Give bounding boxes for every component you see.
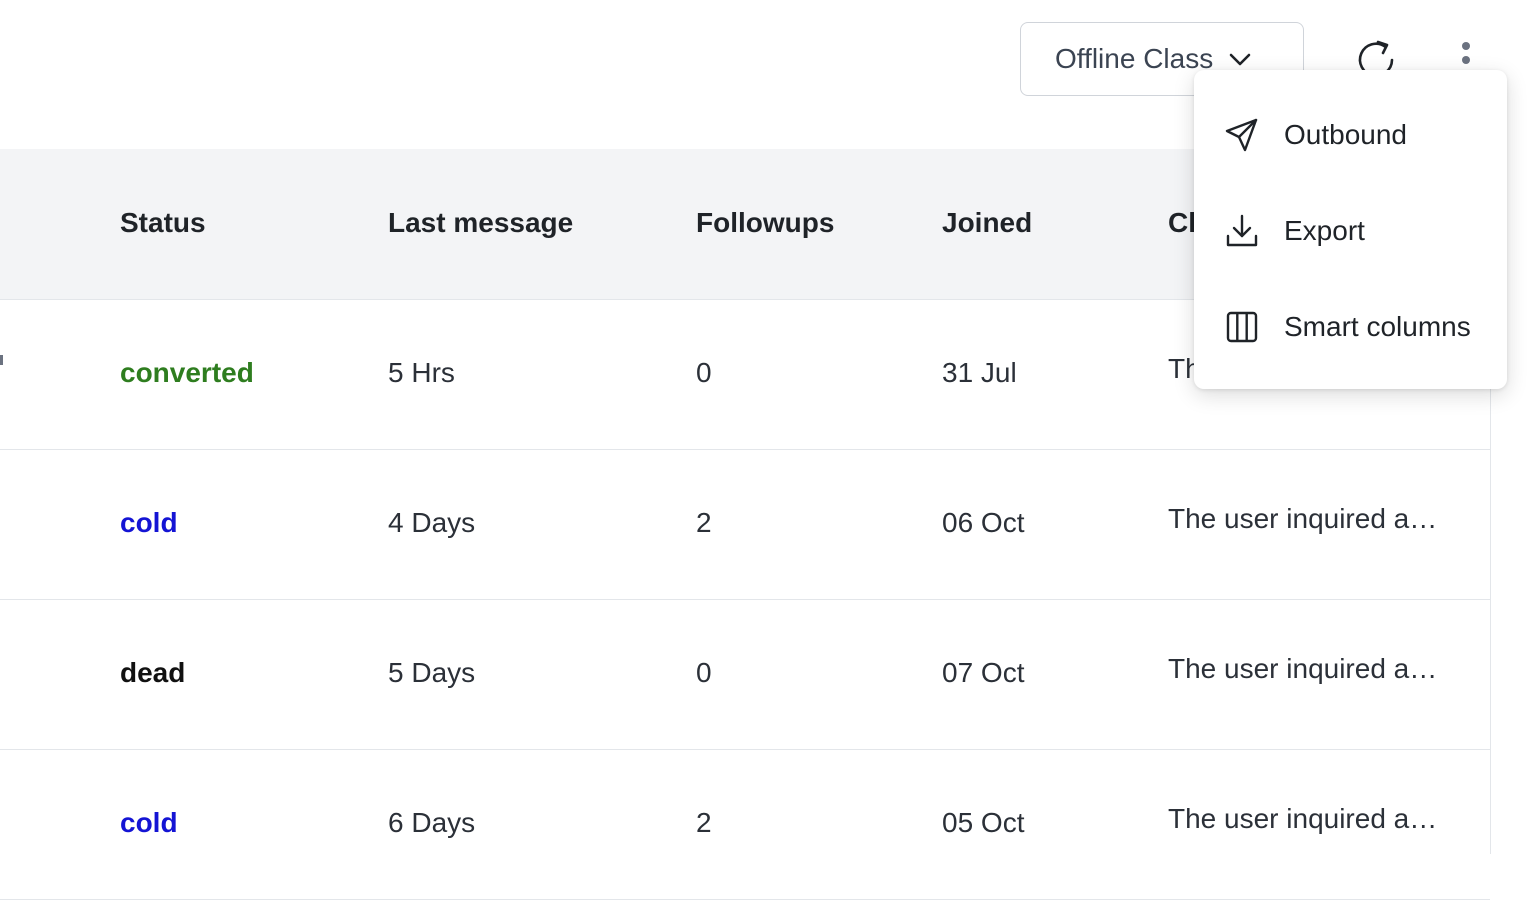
joined-cell: 05 Oct [942, 807, 1025, 838]
summary-cell: The user inquired a… [1168, 503, 1438, 534]
followups-cell: 0 [696, 657, 712, 688]
last-message-cell: 5 Days [388, 657, 476, 688]
last-message-cell: 4 Days [388, 507, 476, 538]
status-cell: cold [120, 807, 178, 838]
send-icon [1224, 117, 1260, 153]
table-row[interactable]: dead 5 Days 0 07 Oct The user inquired a… [0, 599, 1490, 750]
last-message-cell: 5 Hrs [388, 357, 455, 388]
table-row[interactable]: cold 4 Days 2 06 Oct The user inquired a… [0, 449, 1490, 600]
column-header-summary[interactable]: Cl [1168, 207, 1196, 239]
status-cell: dead [120, 657, 186, 688]
summary-cell: The user inquired a… [1168, 803, 1438, 834]
column-header-status[interactable]: Status [120, 207, 206, 239]
more-options-menu: Outbound Export Smart columns [1194, 70, 1507, 389]
row-edge-mark [0, 355, 3, 365]
column-header-followups[interactable]: Followups [696, 207, 834, 239]
joined-cell: 06 Oct [942, 507, 1025, 538]
joined-cell: 07 Oct [942, 657, 1025, 688]
menu-item-outbound[interactable]: Outbound [1194, 87, 1507, 183]
class-filter-label: Offline Class [1055, 43, 1214, 74]
column-header-last-message[interactable]: Last message [388, 207, 573, 239]
menu-item-export[interactable]: Export [1194, 183, 1507, 279]
summary-cell: The user inquired a… [1168, 653, 1438, 684]
menu-item-label: Export [1284, 215, 1365, 246]
column-header-joined[interactable]: Joined [942, 207, 1032, 239]
status-cell: converted [120, 357, 254, 388]
followups-cell: 2 [696, 507, 712, 538]
table-row[interactable]: cold 6 Days 2 05 Oct The user inquired a… [0, 749, 1490, 900]
menu-item-label: Smart columns [1284, 311, 1471, 342]
status-cell: cold [120, 507, 178, 538]
menu-item-smart-columns[interactable]: Smart columns [1194, 279, 1507, 375]
menu-item-label: Outbound [1284, 119, 1407, 150]
columns-icon [1224, 309, 1260, 345]
last-message-cell: 6 Days [388, 807, 476, 838]
download-icon [1224, 213, 1260, 249]
joined-cell: 31 Jul [942, 357, 1017, 388]
followups-cell: 2 [696, 807, 712, 838]
followups-cell: 0 [696, 357, 712, 388]
chevron-down-icon [1227, 46, 1253, 72]
